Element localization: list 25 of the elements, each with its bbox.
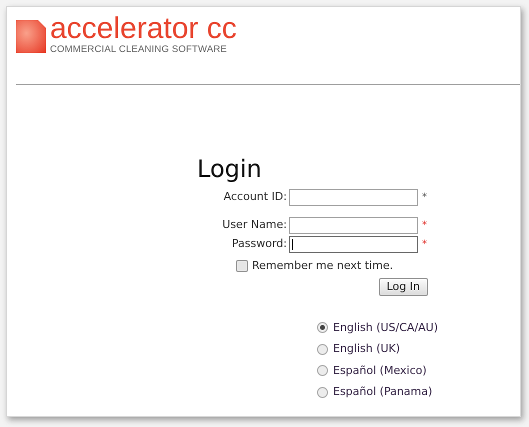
login-title: Login <box>197 155 263 183</box>
login-button[interactable]: Log In <box>378 278 428 296</box>
required-asterisk: * <box>422 191 427 205</box>
radio-button[interactable] <box>317 386 328 398</box>
field-label: Account ID: <box>222 189 288 206</box>
radio-button[interactable] <box>317 344 328 355</box>
required-asterisk: * <box>422 238 427 252</box>
text-field[interactable] <box>289 236 418 253</box>
language-label: English (UK) <box>333 341 400 357</box>
text-field[interactable] <box>289 189 418 206</box>
logo-tagline: COMMERCIAL CLEANING SOFTWARE <box>50 44 228 55</box>
radio-button[interactable] <box>317 322 328 334</box>
remember-label: Remember me next time. <box>252 258 394 274</box>
logo-icon <box>16 20 46 53</box>
language-label: Español (Panama) <box>333 384 432 400</box>
field-label: User Name: <box>221 217 288 234</box>
text-cursor <box>292 239 293 250</box>
required-asterisk: * <box>422 219 427 233</box>
radio-button[interactable] <box>317 365 328 376</box>
checkbox[interactable] <box>236 260 248 272</box>
language-label: Español (Mexico) <box>333 362 427 378</box>
language-label: English (US/CA/AU) <box>333 320 438 336</box>
logo-name: accelerator cc <box>50 14 237 44</box>
text-field[interactable] <box>289 217 418 234</box>
field-label: Password: <box>230 236 288 252</box>
